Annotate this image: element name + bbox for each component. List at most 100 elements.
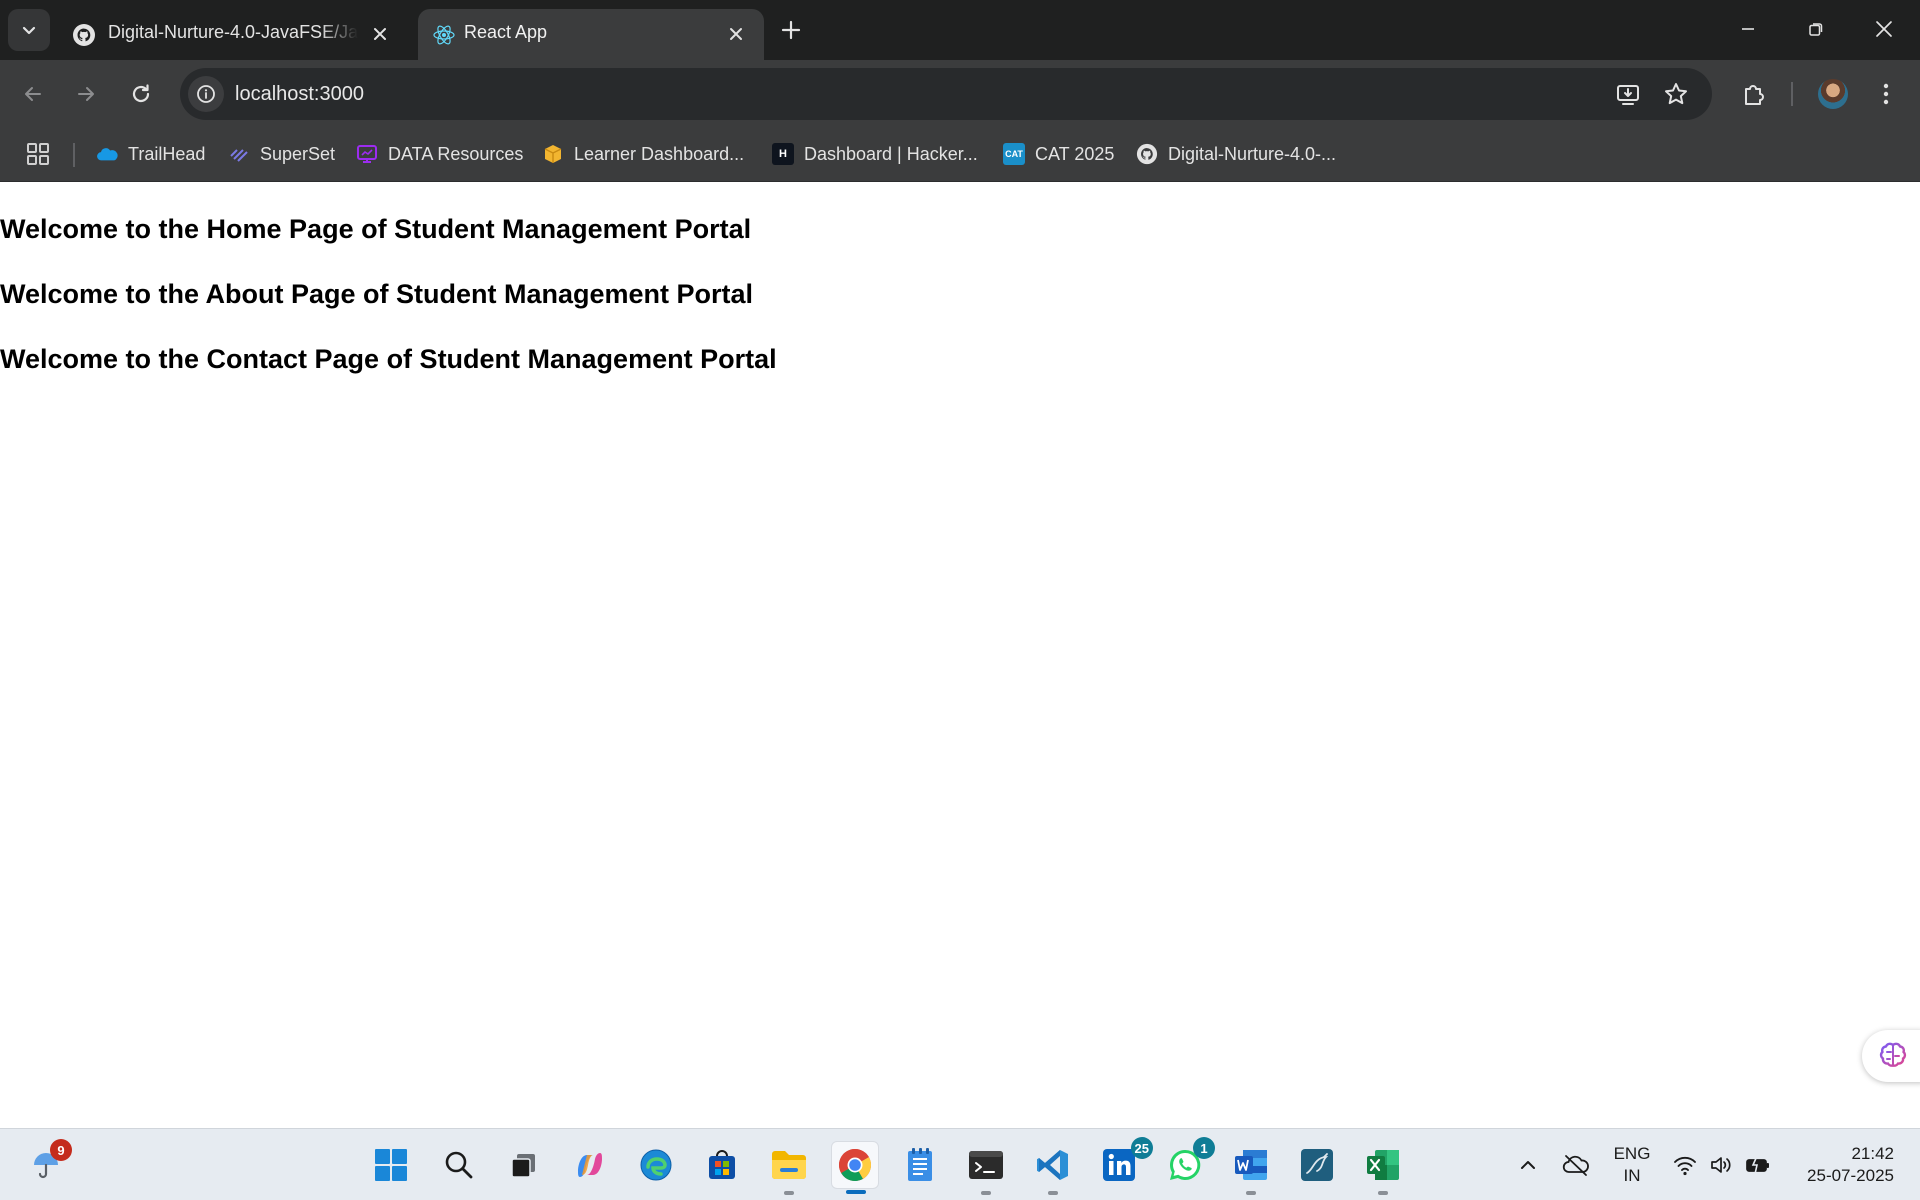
edge-app[interactable] <box>632 1141 680 1189</box>
vscode-icon <box>1037 1150 1068 1180</box>
restore-icon <box>1809 23 1823 36</box>
minimize-icon <box>1742 28 1754 30</box>
bookmarks-bar: TrailHead SuperSet DATA Resources Learne… <box>0 128 1920 182</box>
bookmark-digital-nurture[interactable]: Digital-Nurture-4.0-... <box>1136 139 1336 169</box>
bookmark-star-icon[interactable] <box>1662 80 1690 108</box>
volume-icon <box>1711 1157 1731 1173</box>
bookmark-label: CAT 2025 <box>1035 143 1115 164</box>
data-resources-icon <box>356 143 378 165</box>
onedrive-status[interactable] <box>1558 1129 1594 1200</box>
bookmark-label: Digital-Nurture-4.0-... <box>1168 143 1337 164</box>
forward-button[interactable] <box>66 74 106 114</box>
clock-time: 21:42 <box>1851 1144 1894 1163</box>
quick-settings[interactable] <box>1672 1129 1772 1200</box>
active-indicator <box>846 1190 866 1194</box>
floating-assistant-button[interactable] <box>1862 1030 1920 1082</box>
contact-heading: Welcome to the Contact Page of Student M… <box>0 344 777 374</box>
terminal-icon <box>969 1151 1003 1179</box>
minimize-button[interactable] <box>1720 8 1776 50</box>
tab-github[interactable]: Digital-Nurture-4.0-JavaFSE/Java <box>58 9 408 60</box>
copilot-icon <box>578 1153 602 1177</box>
excel-app[interactable] <box>1359 1141 1407 1195</box>
tab-react-app[interactable]: React App <box>418 9 764 60</box>
wifi-icon <box>1674 1156 1696 1176</box>
address-bar[interactable]: localhost:3000 <box>180 68 1712 120</box>
store-icon <box>709 1150 735 1179</box>
task-view-icon <box>511 1154 535 1178</box>
mysql-workbench-app[interactable] <box>1293 1141 1341 1189</box>
tab-search-button[interactable] <box>8 9 50 51</box>
running-indicator <box>1378 1191 1388 1195</box>
show-hidden-icons-button[interactable] <box>1510 1129 1546 1200</box>
linkedin-app[interactable]: 25 <box>1095 1137 1153 1189</box>
superset-icon <box>228 143 250 165</box>
folder-icon <box>772 1151 806 1179</box>
clock-date: 25-07-2025 <box>1807 1166 1894 1185</box>
reload-button[interactable] <box>121 74 161 114</box>
chevron-up-icon <box>1521 1161 1535 1169</box>
copilot-app[interactable] <box>566 1141 614 1189</box>
install-app-icon[interactable] <box>1614 80 1642 108</box>
bookmark-learner-dashboard[interactable]: Learner Dashboard... <box>542 139 744 169</box>
more-vertical-icon <box>1883 83 1889 105</box>
plus-icon <box>781 20 801 40</box>
browser-menu-button[interactable] <box>1866 74 1906 114</box>
site-info-icon[interactable] <box>188 76 224 112</box>
close-tab-icon[interactable] <box>370 24 390 44</box>
home-heading: Welcome to the Home Page of Student Mana… <box>0 214 752 244</box>
bookmark-data-resources[interactable]: DATA Resources <box>356 139 523 169</box>
taskbar-search[interactable] <box>435 1141 483 1189</box>
restore-button[interactable] <box>1788 8 1844 50</box>
weather-badge: 9 <box>50 1139 72 1161</box>
search-icon <box>445 1151 473 1179</box>
new-tab-button[interactable] <box>776 15 806 45</box>
profile-avatar[interactable] <box>1818 79 1848 109</box>
bookmark-cat-2025[interactable]: CAT CAT 2025 <box>1003 139 1114 169</box>
close-window-button[interactable] <box>1856 8 1912 50</box>
learner-box-icon <box>542 143 564 165</box>
running-indicator <box>1048 1191 1058 1195</box>
tab-title: Digital-Nurture-4.0-JavaFSE/Java <box>108 22 358 42</box>
mysql-workbench-icon <box>1301 1149 1333 1181</box>
bookmark-hackerrank[interactable]: H Dashboard | Hacker... <box>772 139 978 169</box>
excel-icon <box>1367 1150 1399 1180</box>
about-heading: Welcome to the About Page of Student Man… <box>0 279 754 309</box>
extensions-button[interactable] <box>1734 74 1774 114</box>
arrow-right-icon <box>78 87 94 101</box>
tab-title: React App <box>464 22 548 42</box>
clock[interactable]: 21:42 25-07-2025 <box>1784 1129 1904 1200</box>
github-icon <box>72 23 96 47</box>
apps-button[interactable] <box>26 139 50 169</box>
language-indicator[interactable]: ENG IN <box>1604 1129 1660 1200</box>
word-app[interactable] <box>1227 1141 1275 1195</box>
puzzle-icon <box>1745 85 1764 105</box>
terminal-app[interactable] <box>962 1141 1010 1195</box>
whatsapp-app[interactable]: 1 <box>1161 1137 1215 1189</box>
task-view-button[interactable] <box>500 1141 548 1189</box>
weather-widget[interactable]: 9 <box>22 1139 72 1189</box>
store-app[interactable] <box>698 1141 746 1189</box>
browser-tab-strip: Digital-Nurture-4.0-JavaFSE/Java React A… <box>0 0 1920 60</box>
file-explorer-app[interactable] <box>765 1141 813 1195</box>
chevron-down-icon <box>22 26 36 35</box>
bookmark-label: DATA Resources <box>388 143 524 164</box>
arrow-left-icon <box>25 87 41 101</box>
hackerrank-icon: H <box>772 143 794 165</box>
word-icon <box>1235 1150 1267 1180</box>
bookmark-label: TrailHead <box>128 143 206 164</box>
close-icon <box>1876 21 1892 37</box>
bookmark-superset[interactable]: SuperSet <box>228 139 335 169</box>
notepad-app[interactable] <box>896 1141 944 1189</box>
url-text[interactable]: localhost:3000 <box>235 83 364 106</box>
chrome-app[interactable] <box>831 1141 879 1194</box>
bookmark-trailhead[interactable]: TrailHead <box>96 139 205 169</box>
close-tab-icon[interactable] <box>726 24 746 44</box>
back-button[interactable] <box>13 74 53 114</box>
start-button[interactable] <box>367 1141 415 1189</box>
toolbar-divider <box>1791 82 1793 106</box>
bookmark-label: Learner Dashboard... <box>574 143 745 164</box>
vscode-app[interactable] <box>1029 1141 1077 1195</box>
chrome-icon <box>838 1149 871 1182</box>
running-indicator <box>784 1191 794 1195</box>
cat-icon: CAT <box>1003 143 1025 165</box>
